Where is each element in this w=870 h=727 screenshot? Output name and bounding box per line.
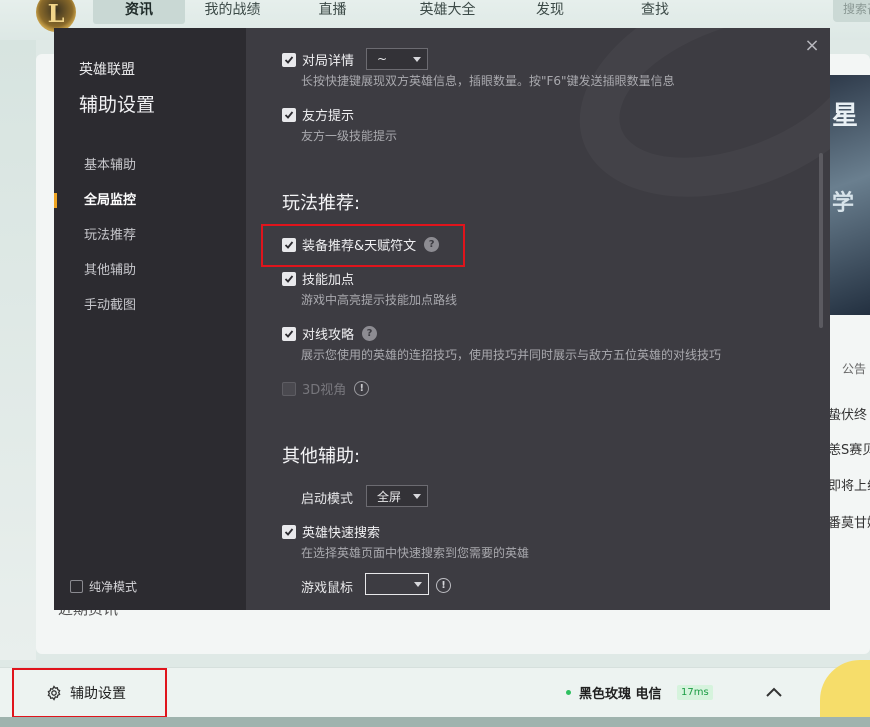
checkbox-checked[interactable]	[282, 271, 296, 286]
help-icon[interactable]: ?	[362, 326, 378, 341]
assist-settings-button[interactable]: 辅助设置	[12, 668, 167, 718]
checkbox-disabled	[282, 381, 296, 396]
bottom-strip	[0, 717, 870, 727]
info-icon[interactable]: !	[436, 578, 451, 593]
checkbox-checked[interactable]	[282, 326, 296, 341]
launch-mode-label: 启动模式	[301, 492, 354, 507]
caret-down-icon	[414, 582, 422, 587]
pure-mode-label: 纯净模式	[89, 580, 138, 594]
caret-down-icon	[413, 494, 421, 499]
game-mouse-dropdown[interactable]	[365, 573, 429, 595]
dialog-sidebar: 英雄联盟 辅助设置 基本辅助 全局监控 玩法推荐 其他辅助 手动截图 纯净模式	[54, 28, 246, 610]
option-3d-view: 3D视角 !	[282, 379, 370, 398]
option-label: 英雄快速搜索	[302, 526, 381, 541]
option-description: 友方一级技能提示	[301, 129, 398, 143]
highlight-annotation	[261, 224, 465, 267]
app-name: 英雄联盟	[79, 62, 135, 78]
option-label: 对线攻略	[302, 328, 355, 343]
settings-content: 对局详情 ~ 长按快捷键展现双方英雄信息，插眼数量。按"F6"键发送插眼数量信息…	[282, 28, 817, 610]
server-status[interactable]: 黑色玫瑰 电信	[579, 683, 662, 702]
launch-mode-dropdown[interactable]: 全屏	[366, 485, 428, 507]
option-description: 在选择英雄页面中快速搜索到您需要的英雄	[301, 546, 530, 560]
sidebar-item-play-recommend[interactable]: 玩法推荐	[54, 226, 246, 261]
banner-char: 学	[832, 191, 855, 216]
checkbox-checked[interactable]	[282, 107, 296, 122]
caret-down-icon	[413, 57, 421, 62]
sidebar-nav: 基本辅助 全局监控 玩法推荐 其他辅助 手动截图	[54, 156, 246, 331]
tab-discover[interactable]: 发现	[510, 0, 590, 24]
section-title-other: 其他辅助:	[282, 446, 361, 467]
gear-icon	[47, 685, 61, 701]
tab-champions[interactable]: 英雄大全	[385, 0, 510, 24]
option-lane-guide[interactable]: 对线攻略 ?	[282, 324, 378, 343]
bottom-status-bar: 辅助设置 黑色玫瑰 电信 17ms	[0, 667, 870, 718]
option-description: 展示您使用的英雄的连招技巧，使用技巧并同时展示与敌方五位英雄的对线技巧	[301, 348, 722, 362]
section-title-play: 玩法推荐:	[282, 193, 361, 214]
hotkey-dropdown[interactable]: ~	[366, 48, 428, 70]
assist-settings-label: 辅助设置	[70, 686, 126, 702]
sidebar-item-global-monitor[interactable]: 全局监控	[54, 191, 246, 226]
tab-lookup[interactable]: 查找	[590, 0, 720, 24]
assist-settings-dialog: 英雄联盟 辅助设置 基本辅助 全局监控 玩法推荐 其他辅助 手动截图 纯净模式 …	[54, 28, 830, 610]
option-label: 友方提示	[302, 109, 355, 124]
pure-mode-checkbox[interactable]	[70, 580, 83, 593]
option-match-detail[interactable]: 对局详情	[282, 50, 354, 69]
dropdown-value: ~	[377, 52, 388, 66]
option-label: 对局详情	[302, 54, 355, 69]
sidebar-item-screenshot[interactable]: 手动截图	[54, 296, 246, 331]
news-item[interactable]: 恙S赛贝	[828, 439, 870, 458]
news-item[interactable]: 蛰伏终	[828, 404, 867, 423]
game-mouse-label: 游戏鼠标	[301, 581, 354, 596]
chevron-up-icon[interactable]	[764, 684, 784, 700]
scrollbar[interactable]	[819, 153, 823, 328]
tab-live[interactable]: 直播	[280, 0, 385, 24]
background-left-strip	[0, 40, 36, 660]
option-label: 3D视角	[302, 383, 347, 398]
sidebar-item-basic[interactable]: 基本辅助	[54, 156, 246, 191]
tab-announcement[interactable]: 公告	[842, 360, 866, 377]
top-navigation: 资讯 我的战绩 直播 英雄大全 发现 查找	[93, 0, 720, 24]
option-description: 游戏中高亮提示技能加点路线	[301, 293, 458, 307]
option-label: 技能加点	[302, 273, 355, 288]
sidebar-item-other[interactable]: 其他辅助	[54, 261, 246, 296]
dropdown-value: 全屏	[377, 489, 402, 504]
option-description: 长按快捷键展现双方英雄信息，插眼数量。按"F6"键发送插眼数量信息	[301, 74, 675, 88]
dialog-title: 辅助设置	[79, 94, 156, 116]
ping-badge: 17ms	[677, 685, 713, 700]
news-item[interactable]: 番莫甘娜	[828, 512, 870, 531]
online-status-dot	[566, 690, 571, 695]
news-item[interactable]: 即将上线	[828, 475, 870, 494]
option-quick-search[interactable]: 英雄快速搜索	[282, 522, 380, 541]
option-skill-points[interactable]: 技能加点	[282, 269, 354, 288]
pure-mode-toggle[interactable]: 纯净模式	[70, 578, 137, 595]
option-ally-hint[interactable]: 友方提示	[282, 105, 354, 124]
search-input[interactable]: 搜索召唤师	[833, 0, 870, 22]
banner-image[interactable]: 星 学	[830, 75, 870, 315]
checkbox-checked[interactable]	[282, 524, 296, 539]
tab-my-record[interactable]: 我的战绩	[185, 0, 280, 24]
checkbox-checked[interactable]	[282, 52, 296, 67]
tab-news[interactable]: 资讯	[93, 0, 185, 24]
info-icon[interactable]: !	[354, 381, 370, 396]
banner-char: 星	[832, 101, 859, 131]
